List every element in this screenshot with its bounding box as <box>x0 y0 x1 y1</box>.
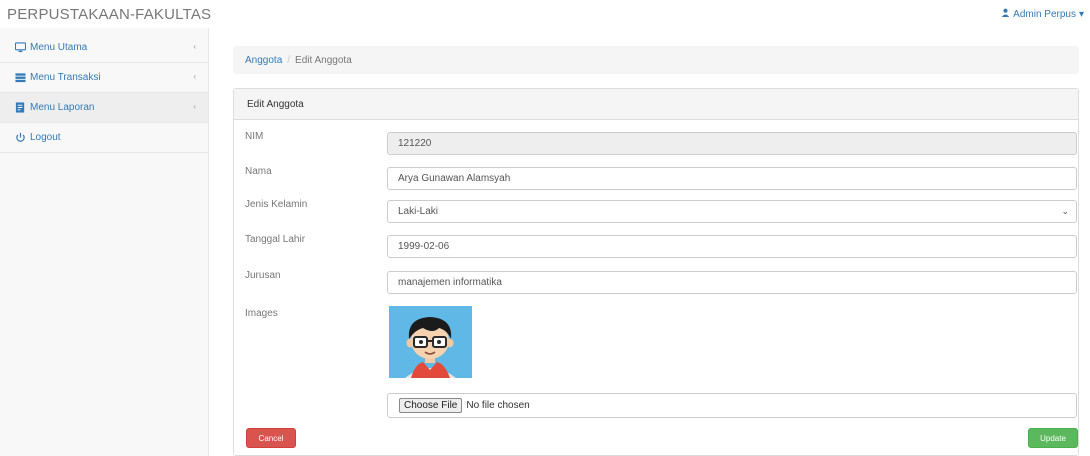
nama-label: Nama <box>245 166 272 177</box>
member-photo <box>389 306 472 378</box>
sidebar: Menu Utama ‹ Menu Transaksi ‹ Menu Lapor… <box>0 28 209 456</box>
nim-value: 121220 <box>398 138 432 149</box>
power-icon <box>15 132 26 143</box>
breadcrumb-separator: / <box>287 54 291 66</box>
top-navbar: PERPUSTAKAAN-FAKULTAS Admin Perpus ▾ <box>0 0 1090 26</box>
sidebar-item-menu-utama[interactable]: Menu Utama ‹ <box>0 33 208 63</box>
image-file-input[interactable]: Choose File No file chosen <box>387 393 1077 418</box>
cancel-button[interactable]: Cancel <box>246 428 296 448</box>
user-menu[interactable]: Admin Perpus ▾ <box>1001 8 1084 20</box>
chevron-left-icon: ‹ <box>193 42 196 51</box>
jurusan-label: Jurusan <box>245 270 281 281</box>
user-menu-label: Admin Perpus <box>1013 8 1076 20</box>
jenis-kelamin-value: Laki-Laki <box>398 206 439 217</box>
nama-field[interactable]: Arya Gunawan Alamsyah <box>387 167 1077 190</box>
caret-down-icon: ▾ <box>1078 8 1084 20</box>
sidebar-item-menu-transaksi[interactable]: Menu Transaksi ‹ <box>0 63 208 93</box>
chevron-left-icon: ‹ <box>193 72 196 81</box>
sidebar-item-menu-laporan[interactable]: Menu Laporan ‹ <box>0 93 208 123</box>
tanggal-lahir-value: 1999-02-06 <box>398 241 450 252</box>
jenis-kelamin-label: Jenis Kelamin <box>245 199 308 210</box>
chevron-left-icon: ‹ <box>193 102 196 111</box>
jurusan-field[interactable]: manajemen informatika <box>387 271 1077 294</box>
app-brand[interactable]: PERPUSTAKAAN-FAKULTAS <box>7 6 211 23</box>
tanggal-lahir-field[interactable]: 1999-02-06 <box>387 235 1077 258</box>
sidebar-item-label: Menu Utama <box>30 42 88 53</box>
chevron-down-icon: ⌄ <box>1061 206 1069 216</box>
table-icon <box>15 72 26 83</box>
sidebar-item-label: Menu Transaksi <box>30 72 101 83</box>
report-icon <box>15 102 26 113</box>
breadcrumb: Anggota / Edit Anggota <box>233 46 1079 74</box>
breadcrumb-anggota[interactable]: Anggota <box>245 55 282 66</box>
sidebar-item-logout[interactable]: Logout <box>0 123 208 153</box>
nim-field: 121220 <box>387 132 1077 155</box>
nama-value: Arya Gunawan Alamsyah <box>398 173 511 184</box>
tanggal-lahir-label: Tanggal Lahir <box>245 234 306 245</box>
images-label: Images <box>245 308 278 319</box>
update-button[interactable]: Update <box>1028 428 1078 448</box>
jenis-kelamin-select[interactable]: Laki-Laki ⌄ <box>387 200 1077 223</box>
desktop-icon <box>15 42 26 53</box>
jurusan-value: manajemen informatika <box>398 277 502 288</box>
panel-title: Edit Anggota <box>234 89 1078 120</box>
nim-label: NIM <box>245 131 264 142</box>
user-icon <box>1001 8 1010 20</box>
sidebar-item-label: Logout <box>30 132 61 143</box>
sidebar-item-label: Menu Laporan <box>30 102 95 113</box>
breadcrumb-edit-anggota: Edit Anggota <box>295 54 352 66</box>
file-status: No file chosen <box>466 400 530 411</box>
choose-file-button[interactable]: Choose File <box>399 398 463 413</box>
